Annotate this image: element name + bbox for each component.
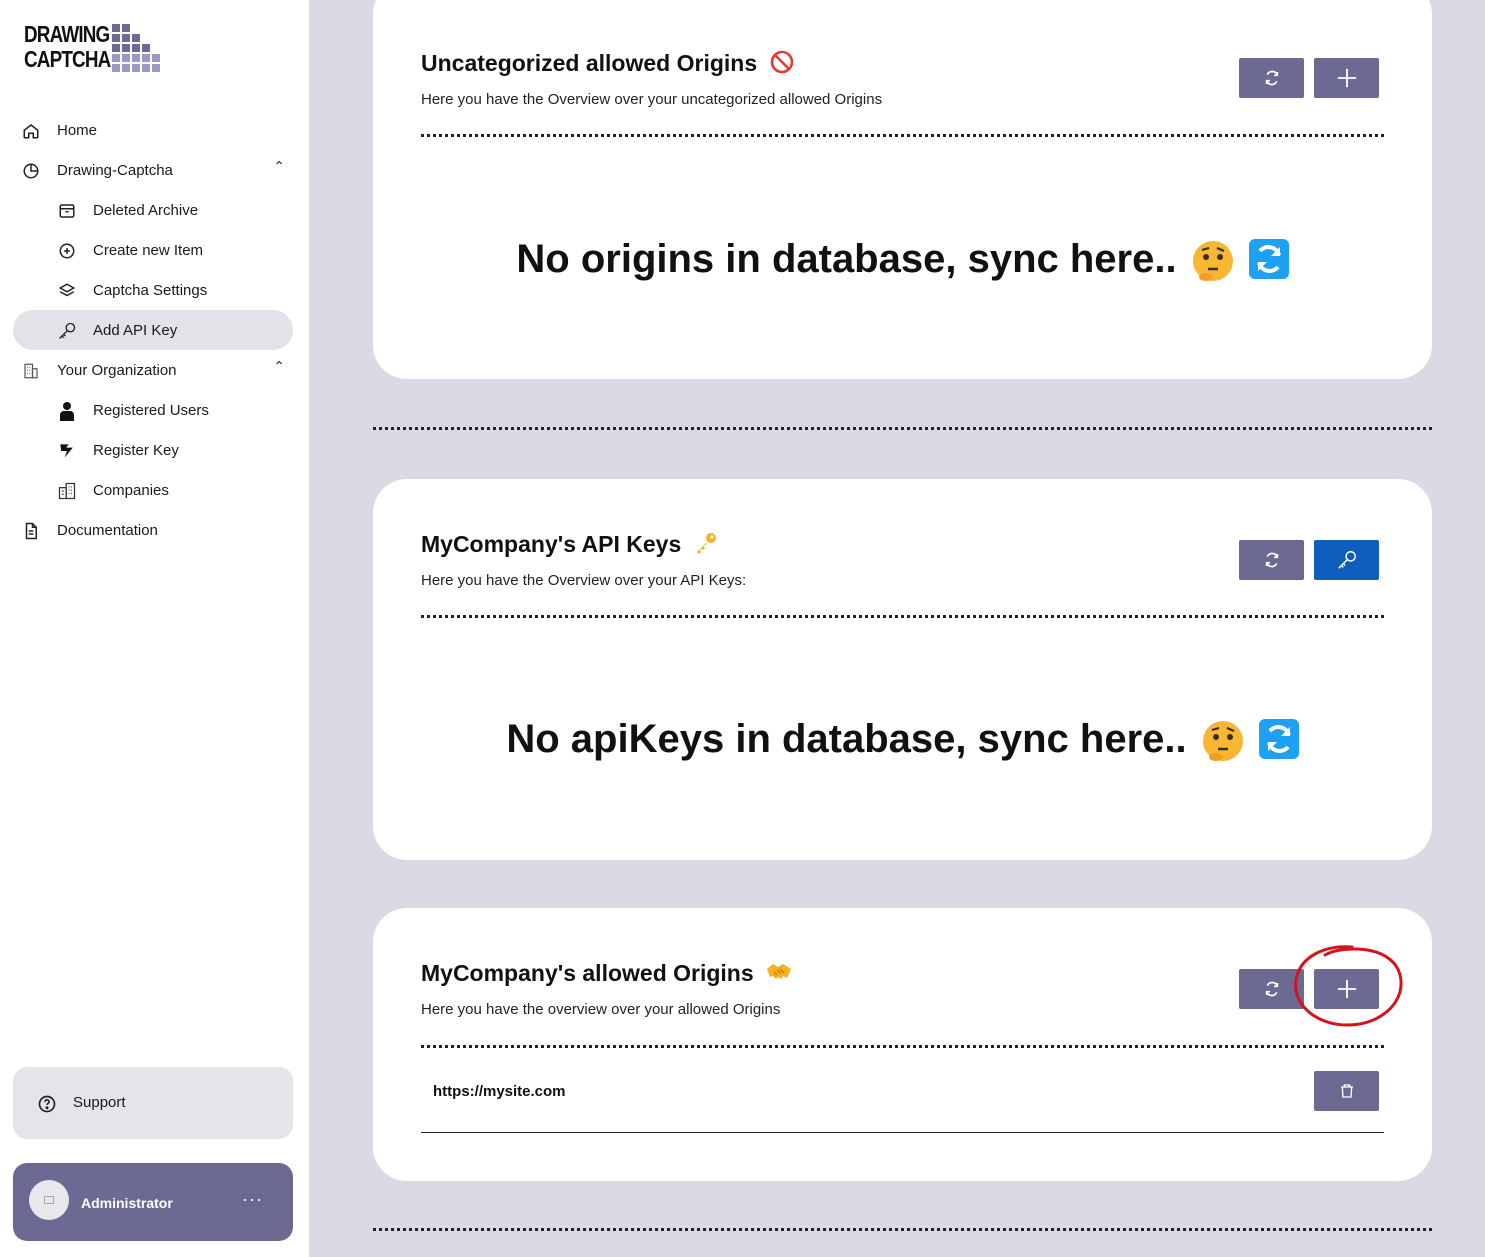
refresh-button[interactable] xyxy=(1239,540,1304,580)
plus-icon xyxy=(1337,979,1356,999)
sidebar-item-label: Captcha Settings xyxy=(93,281,208,299)
sidebar-item-drawing-captcha[interactable]: Drawing-Captcha ⌃ xyxy=(13,150,293,190)
card-title: MyCompany's API Keys xyxy=(421,531,718,558)
plus-icon xyxy=(1337,68,1356,88)
sidebar-item-registered-users[interactable]: Registered Users xyxy=(13,390,293,430)
api-keys-card: MyCompany's API Keys Here you have the O… xyxy=(373,479,1432,860)
sidebar-item-label: Drawing-Captcha xyxy=(57,161,173,179)
thinking-face-icon xyxy=(1192,241,1233,282)
row-divider xyxy=(421,1132,1384,1133)
companies-icon xyxy=(57,481,77,501)
sidebar: DRAWING CAPTCHA Home Drawing-Captcha ⌃ D… xyxy=(0,0,309,1257)
support-button[interactable]: Support xyxy=(13,1067,293,1139)
help-circle-icon xyxy=(37,1094,57,1119)
sidebar-item-label: Companies xyxy=(93,481,169,499)
refresh-icon xyxy=(1265,981,1278,997)
key-emoji-icon xyxy=(696,533,716,554)
uncategorized-origins-card: Uncategorized allowed Origins Here you h… xyxy=(373,0,1432,379)
sidebar-item-add-api-key[interactable]: Add API Key xyxy=(13,310,293,350)
thinking-face-icon xyxy=(1202,721,1243,762)
card-divider xyxy=(421,134,1384,137)
layers-icon xyxy=(57,281,77,301)
sync-icon[interactable] xyxy=(1258,719,1299,760)
refresh-button[interactable] xyxy=(1239,969,1304,1009)
empty-state-message: No origins in database, sync here.. xyxy=(373,237,1432,283)
sidebar-item-home[interactable]: Home xyxy=(13,110,293,150)
table-row: https://mysite.com xyxy=(421,1058,1384,1133)
sidebar-item-documentation[interactable]: Documentation xyxy=(13,510,293,550)
sidebar-item-label: Documentation xyxy=(57,521,158,539)
section-separator xyxy=(373,1228,1432,1231)
sidebar-item-companies[interactable]: Companies xyxy=(13,470,293,510)
sidebar-item-label: Create new Item xyxy=(93,241,204,259)
key-icon xyxy=(1337,551,1356,569)
empty-state-message: No apiKeys in database, sync here.. xyxy=(373,717,1432,763)
logo-blocks-icon xyxy=(112,24,160,72)
plus-circle-icon xyxy=(57,241,77,261)
card-title: Uncategorized allowed Origins xyxy=(421,50,794,77)
allowed-origins-card: MyCompany's allowed Origins Here you hav… xyxy=(373,908,1432,1181)
card-subtitle: Here you have the Overview over your API… xyxy=(421,572,747,589)
sidebar-item-label: Your Organization xyxy=(57,361,177,379)
user-panel[interactable]: Administrator ··· xyxy=(13,1163,293,1241)
image-placeholder-icon xyxy=(44,1196,54,1204)
sidebar-item-create-new-item[interactable]: Create new Item xyxy=(13,230,293,270)
logo-text: DRAWING CAPTCHA xyxy=(24,21,111,72)
user-icon xyxy=(57,401,77,421)
more-options-icon[interactable]: ··· xyxy=(242,1189,263,1210)
sidebar-item-label: Deleted Archive xyxy=(93,201,199,219)
card-divider xyxy=(421,615,1384,618)
sidebar-item-deleted-archive[interactable]: Deleted Archive xyxy=(13,190,293,230)
home-icon xyxy=(21,121,41,141)
refresh-icon xyxy=(1265,552,1278,568)
section-separator xyxy=(373,427,1432,430)
pie-chart-icon xyxy=(21,161,41,181)
sync-icon[interactable] xyxy=(1248,239,1289,280)
logo[interactable]: DRAWING CAPTCHA xyxy=(24,22,164,77)
building-icon xyxy=(21,361,41,381)
sidebar-item-label: Register Key xyxy=(93,441,179,459)
trash-icon xyxy=(1340,1084,1353,1098)
document-icon xyxy=(21,521,41,541)
card-subtitle: Here you have the overview over your all… xyxy=(421,1001,781,1018)
sidebar-item-label: Home xyxy=(57,121,98,139)
handshake-icon xyxy=(767,964,792,979)
chevron-up-icon[interactable]: ⌃ xyxy=(273,158,285,175)
add-origin-button[interactable] xyxy=(1314,58,1379,98)
card-divider xyxy=(421,1045,1384,1048)
card-subtitle: Here you have the Overview over your unc… xyxy=(421,91,883,108)
avatar xyxy=(29,1180,69,1220)
chevron-up-icon[interactable]: ⌃ xyxy=(273,358,285,375)
sidebar-item-label: Registered Users xyxy=(93,401,209,419)
card-title: MyCompany's allowed Origins xyxy=(421,960,792,987)
origin-url: https://mysite.com xyxy=(433,1083,566,1100)
sidebar-nav: Home Drawing-Captcha ⌃ Deleted Archive C… xyxy=(13,110,293,550)
refresh-button[interactable] xyxy=(1239,58,1304,98)
sidebar-item-label: Add API Key xyxy=(93,321,178,339)
sidebar-item-captcha-settings[interactable]: Captcha Settings xyxy=(13,270,293,310)
sidebar-item-your-organization[interactable]: Your Organization ⌃ xyxy=(13,350,293,390)
user-name: Administrator xyxy=(81,1195,173,1211)
archive-icon xyxy=(57,201,77,221)
add-api-key-button[interactable] xyxy=(1314,540,1379,580)
register-key-icon xyxy=(57,441,77,461)
add-origin-button[interactable] xyxy=(1314,969,1379,1009)
support-label: Support xyxy=(73,1094,126,1111)
no-entry-icon xyxy=(770,50,793,74)
refresh-icon xyxy=(1265,70,1278,86)
delete-origin-button[interactable] xyxy=(1314,1071,1379,1111)
key-icon xyxy=(57,321,77,341)
sidebar-item-register-key[interactable]: Register Key xyxy=(13,430,293,470)
